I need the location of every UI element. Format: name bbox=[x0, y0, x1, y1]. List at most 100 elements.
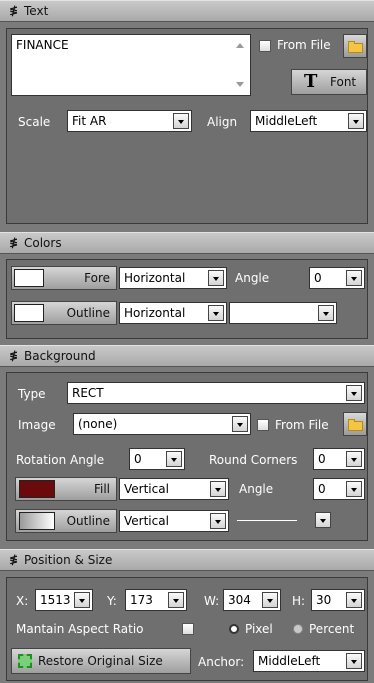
font-button-label: Font bbox=[330, 75, 357, 89]
fill-color-button[interactable]: Fill bbox=[15, 477, 117, 501]
anchor-value: MiddleLeft bbox=[258, 654, 321, 668]
font-button[interactable]: T Font bbox=[291, 69, 367, 95]
fill-label: Fill bbox=[93, 482, 110, 496]
fore-gradient-dropdown[interactable]: Horizontal bbox=[119, 267, 227, 289]
h-input[interactable]: 30 bbox=[311, 589, 365, 611]
fore-color-swatch bbox=[14, 269, 44, 287]
fill-gradient-dropdown[interactable]: Vertical bbox=[119, 478, 229, 500]
rotation-angle-label: Rotation Angle bbox=[16, 453, 105, 467]
dropdown-arrow-icon bbox=[208, 305, 224, 321]
section-title: Colors bbox=[24, 236, 62, 250]
line-style-icon bbox=[237, 520, 297, 521]
image-from-file-checkbox[interactable] bbox=[257, 419, 269, 431]
dropdown-arrow-icon bbox=[346, 592, 362, 608]
fill-gradient-value: Vertical bbox=[124, 482, 169, 496]
rotation-angle-value: 0 bbox=[134, 452, 142, 466]
percent-label: Percent bbox=[309, 622, 355, 636]
bg-outline-style-dropdown[interactable] bbox=[233, 510, 341, 532]
pixel-label: Pixel bbox=[245, 622, 273, 636]
dropdown-arrow-icon bbox=[318, 305, 334, 321]
fore-angle-value: 0 bbox=[314, 271, 322, 285]
text-folder-icon[interactable] bbox=[343, 34, 367, 58]
position-section-body: X: 1513 Y: 173 W: 304 H: 30 Mantain Aspe… bbox=[6, 577, 368, 681]
image-dropdown[interactable]: (none) bbox=[73, 413, 251, 435]
type-value: RECT bbox=[72, 386, 104, 400]
align-dropdown[interactable]: MiddleLeft bbox=[250, 110, 367, 132]
pixel-radio[interactable] bbox=[229, 624, 239, 634]
round-corners-value: 0 bbox=[318, 452, 326, 466]
rotation-angle-dropdown[interactable]: 0 bbox=[129, 448, 185, 470]
section-title: Text bbox=[24, 4, 49, 18]
fill-angle-value: 0 bbox=[318, 482, 326, 496]
dropdown-arrow-icon bbox=[166, 451, 182, 467]
outline-style-dropdown[interactable] bbox=[229, 302, 337, 324]
scroll-up-icon[interactable] bbox=[236, 43, 244, 48]
colors-section-header[interactable]: ≸ Colors bbox=[0, 232, 374, 254]
dropdown-arrow-icon bbox=[348, 113, 364, 129]
x-input[interactable]: 1513 bbox=[35, 589, 93, 611]
text-from-file-checkbox[interactable] bbox=[259, 40, 271, 52]
anchor-label: Anchor: bbox=[198, 655, 245, 669]
x-label: X: bbox=[16, 594, 29, 608]
fore-color-button[interactable]: Fore bbox=[11, 266, 117, 290]
text-from-file-label: From File bbox=[277, 38, 331, 52]
background-section-body: Type RECT Image (none) From File Rotatio… bbox=[6, 372, 368, 541]
scroll-down-icon[interactable] bbox=[236, 82, 244, 87]
font-t-icon: T bbox=[304, 71, 318, 92]
fore-angle-label: Angle bbox=[235, 271, 270, 285]
y-value: 173 bbox=[130, 593, 153, 607]
outline-gradient-value: Horizontal bbox=[124, 306, 186, 320]
h-label: H: bbox=[292, 594, 306, 608]
aspect-ratio-checkbox[interactable] bbox=[182, 623, 194, 635]
align-value: MiddleLeft bbox=[255, 114, 318, 128]
dropdown-arrow-icon bbox=[346, 653, 362, 669]
dropdown-arrow-icon bbox=[346, 451, 362, 467]
type-dropdown[interactable]: RECT bbox=[67, 382, 365, 404]
dropdown-arrow-icon bbox=[210, 481, 226, 497]
scale-dropdown[interactable]: Fit AR bbox=[67, 110, 192, 132]
restore-label: Restore Original Size bbox=[38, 654, 163, 668]
position-section-header[interactable]: ≸ Position & Size bbox=[0, 549, 374, 571]
text-content-area[interactable]: FINANCE bbox=[11, 34, 251, 96]
bg-outline-gradient-dropdown[interactable]: Vertical bbox=[119, 510, 229, 532]
y-input[interactable]: 173 bbox=[125, 589, 187, 611]
outline-color-button[interactable]: Outline bbox=[11, 301, 117, 325]
text-section-header[interactable]: ≸ Text bbox=[0, 0, 374, 22]
outline-color-swatch bbox=[14, 304, 44, 322]
outline-label: Outline bbox=[66, 306, 110, 320]
background-section-header[interactable]: ≸ Background bbox=[0, 345, 374, 367]
restore-original-size-button[interactable]: Restore Original Size bbox=[11, 648, 191, 674]
anchor-dropdown[interactable]: MiddleLeft bbox=[253, 650, 365, 672]
w-input[interactable]: 304 bbox=[223, 589, 281, 611]
fill-angle-dropdown[interactable]: 0 bbox=[313, 478, 365, 500]
dropdown-arrow-icon bbox=[315, 512, 331, 528]
dropdown-arrow-icon bbox=[346, 270, 362, 286]
dropdown-arrow-icon bbox=[210, 513, 226, 529]
fore-label: Fore bbox=[84, 271, 110, 285]
bg-outline-gradient-value: Vertical bbox=[124, 514, 169, 528]
image-label: Image bbox=[18, 418, 56, 432]
type-label: Type bbox=[18, 387, 46, 401]
image-folder-icon[interactable] bbox=[343, 412, 367, 436]
align-label: Align bbox=[207, 115, 238, 129]
restore-size-icon bbox=[18, 654, 32, 668]
image-value: (none) bbox=[78, 417, 118, 431]
x-value: 1513 bbox=[40, 593, 71, 607]
outline-gradient-dropdown[interactable]: Horizontal bbox=[119, 302, 227, 324]
properties-panel: ≸ Text FINANCE From File T Font Scale Fi… bbox=[0, 0, 374, 683]
bg-outline-label: Outline bbox=[66, 514, 110, 528]
text-content-value: FINANCE bbox=[16, 38, 69, 52]
section-title: Background bbox=[24, 349, 96, 363]
percent-radio[interactable] bbox=[293, 624, 303, 634]
scale-value: Fit AR bbox=[72, 114, 107, 128]
round-corners-label: Round Corners bbox=[209, 453, 298, 467]
section-title: Position & Size bbox=[24, 553, 113, 567]
fill-angle-label: Angle bbox=[239, 482, 274, 496]
bg-outline-color-button[interactable]: Outline bbox=[15, 509, 117, 533]
scale-label: Scale bbox=[18, 115, 51, 129]
fill-color-swatch bbox=[19, 480, 55, 498]
collapse-chevron-icon: ≸ bbox=[9, 349, 19, 362]
round-corners-dropdown[interactable]: 0 bbox=[313, 448, 365, 470]
fore-angle-dropdown[interactable]: 0 bbox=[309, 267, 365, 289]
dropdown-arrow-icon bbox=[346, 385, 362, 401]
